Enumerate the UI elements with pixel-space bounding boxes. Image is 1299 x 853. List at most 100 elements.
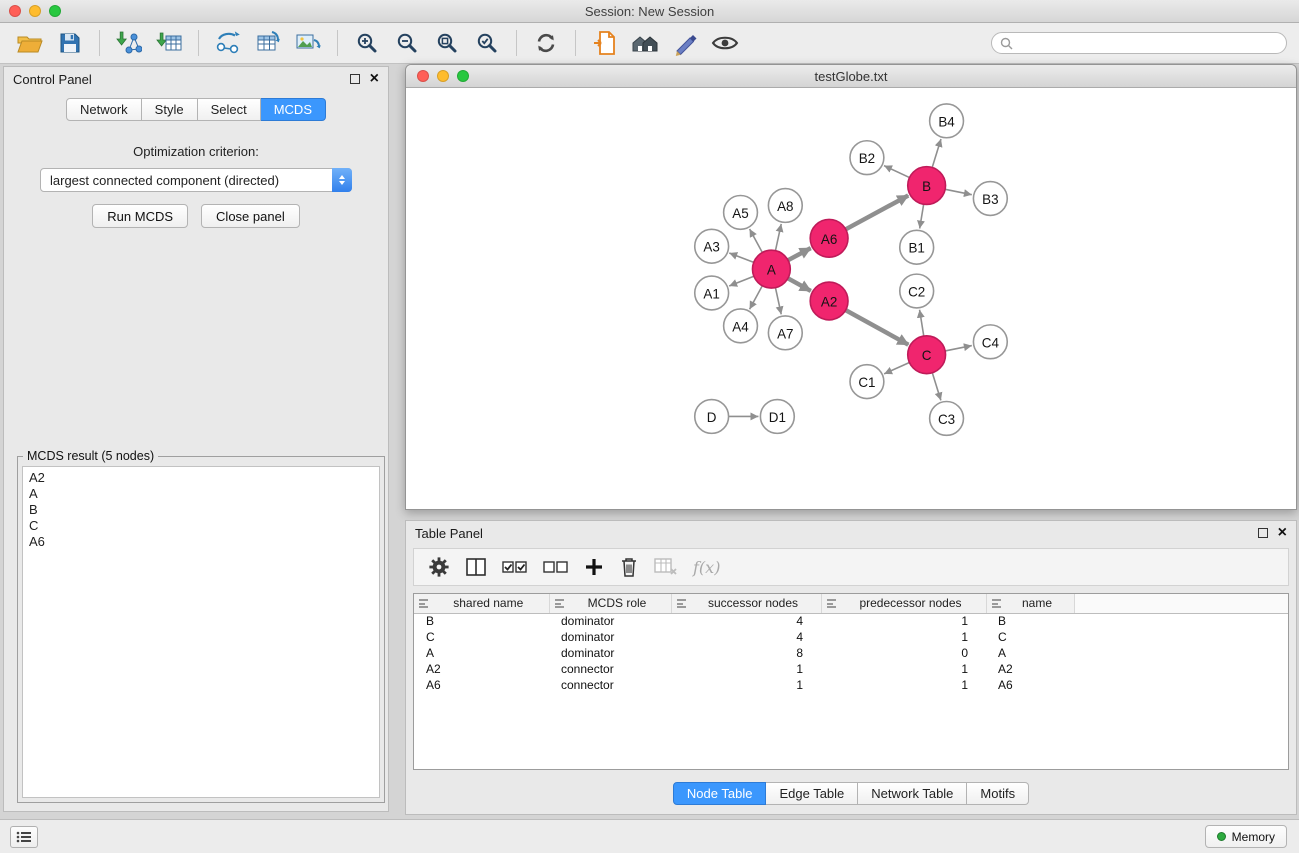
table-row[interactable]: A2connector11A2 bbox=[414, 661, 1288, 677]
table-cell[interactable]: 1 bbox=[821, 661, 986, 677]
tab-mcds[interactable]: MCDS bbox=[261, 98, 326, 121]
graph-edge-A2-C[interactable] bbox=[846, 310, 909, 345]
graph-edge-A-A7[interactable] bbox=[775, 288, 781, 315]
graph-edge-A-A8[interactable] bbox=[775, 224, 781, 251]
mcds-result-list[interactable]: A2ABCA6 bbox=[22, 466, 380, 798]
delete-table-button[interactable] bbox=[654, 557, 678, 577]
table-cell[interactable]: C bbox=[414, 629, 549, 645]
graph-edge-A-A2[interactable] bbox=[788, 278, 811, 291]
table-cell[interactable]: A2 bbox=[414, 661, 549, 677]
deselect-all-button[interactable] bbox=[543, 558, 569, 576]
graph-node-A7[interactable]: A7 bbox=[768, 316, 802, 350]
delete-column-button[interactable] bbox=[619, 556, 639, 578]
import-network-button[interactable] bbox=[111, 27, 147, 59]
tab-edge-table[interactable]: Edge Table bbox=[766, 782, 858, 805]
graph-edge-A-A1[interactable] bbox=[729, 276, 754, 286]
table-cell[interactable]: 8 bbox=[671, 645, 821, 661]
float-panel-icon[interactable] bbox=[350, 74, 360, 84]
graph-edge-B-B4[interactable] bbox=[932, 139, 941, 167]
graph-node-C4[interactable]: C4 bbox=[973, 325, 1007, 359]
apply-layout-button[interactable] bbox=[528, 27, 564, 59]
graph-node-C[interactable]: C bbox=[908, 336, 946, 374]
table-cell[interactable]: A bbox=[414, 645, 549, 661]
graph-node-D1[interactable]: D1 bbox=[760, 400, 794, 434]
zoom-out-button[interactable] bbox=[389, 27, 425, 59]
graph-node-B2[interactable]: B2 bbox=[850, 141, 884, 175]
table-cell[interactable]: dominator bbox=[549, 629, 671, 645]
close-panel-icon[interactable]: × bbox=[370, 71, 379, 87]
export-image-button[interactable] bbox=[290, 27, 326, 59]
graph-node-A3[interactable]: A3 bbox=[695, 229, 729, 263]
table-cell[interactable]: 1 bbox=[821, 629, 986, 645]
document-export-button[interactable] bbox=[587, 27, 623, 59]
graph-node-D[interactable]: D bbox=[695, 400, 729, 434]
table-row[interactable]: Bdominator41B bbox=[414, 613, 1288, 629]
zoom-selected-button[interactable] bbox=[469, 27, 505, 59]
graph-node-B4[interactable]: B4 bbox=[930, 104, 964, 138]
graph-node-A5[interactable]: A5 bbox=[724, 195, 758, 229]
graph-edge-A-A6[interactable] bbox=[788, 248, 811, 260]
search-box[interactable] bbox=[991, 32, 1287, 54]
node-table[interactable]: shared nameMCDS rolesuccessor nodesprede… bbox=[413, 593, 1289, 770]
column-header[interactable]: MCDS role bbox=[549, 594, 671, 613]
graph-node-A[interactable]: A bbox=[752, 250, 790, 288]
zoom-window-button[interactable] bbox=[49, 5, 61, 17]
tab-style[interactable]: Style bbox=[142, 98, 198, 121]
graph-node-B3[interactable]: B3 bbox=[973, 182, 1007, 216]
column-header[interactable]: predecessor nodes bbox=[821, 594, 986, 613]
table-cell[interactable]: A bbox=[986, 645, 1074, 661]
select-all-button[interactable] bbox=[502, 558, 528, 576]
network-zoom-button[interactable] bbox=[457, 70, 469, 82]
table-cell[interactable]: A6 bbox=[986, 677, 1074, 693]
new-table-button[interactable] bbox=[250, 27, 286, 59]
graph-edge-C-C4[interactable] bbox=[945, 346, 972, 351]
criterion-dropdown[interactable]: largest connected component (directed) bbox=[40, 168, 352, 192]
graph-node-A6[interactable]: A6 bbox=[810, 219, 848, 257]
table-cell[interactable]: dominator bbox=[549, 645, 671, 661]
function-builder-button[interactable]: f(x) bbox=[693, 558, 720, 577]
graph-edge-C-C1[interactable] bbox=[884, 362, 909, 373]
import-table-button[interactable] bbox=[151, 27, 187, 59]
graph-node-C3[interactable]: C3 bbox=[930, 402, 964, 436]
tab-network-table[interactable]: Network Table bbox=[858, 782, 967, 805]
graph-edge-B-B3[interactable] bbox=[945, 189, 972, 194]
mcds-result-item[interactable]: A2 bbox=[29, 470, 373, 486]
save-session-button[interactable] bbox=[52, 27, 88, 59]
pen-style-button[interactable] bbox=[667, 27, 703, 59]
network-close-button[interactable] bbox=[417, 70, 429, 82]
float-table-panel-icon[interactable] bbox=[1258, 528, 1268, 538]
show-panel-list-button[interactable] bbox=[10, 826, 38, 848]
graph-edge-A-A5[interactable] bbox=[750, 229, 763, 252]
close-window-button[interactable] bbox=[9, 5, 21, 17]
graph-edge-C-C2[interactable] bbox=[920, 310, 924, 336]
graph-node-C1[interactable]: C1 bbox=[850, 365, 884, 399]
mcds-result-item[interactable]: B bbox=[29, 502, 373, 518]
minimize-window-button[interactable] bbox=[29, 5, 41, 17]
table-cell[interactable]: 1 bbox=[671, 661, 821, 677]
memory-button[interactable]: Memory bbox=[1205, 825, 1287, 848]
close-table-panel-icon[interactable]: × bbox=[1278, 525, 1287, 541]
zoom-in-button[interactable] bbox=[349, 27, 385, 59]
run-mcds-button[interactable]: Run MCDS bbox=[92, 204, 188, 228]
network-minimize-button[interactable] bbox=[437, 70, 449, 82]
table-cell[interactable]: dominator bbox=[549, 613, 671, 629]
tab-select[interactable]: Select bbox=[198, 98, 261, 121]
table-row[interactable]: Adominator80A bbox=[414, 645, 1288, 661]
network-svg[interactable]: AA1A2A3A4A5A6A7A8BB1B2B3B4CC1C2C3C4DD1 bbox=[406, 88, 1296, 509]
show-hide-graphics-button[interactable] bbox=[707, 27, 743, 59]
graph-edge-A-A3[interactable] bbox=[729, 253, 753, 262]
table-cell[interactable]: 1 bbox=[821, 613, 986, 629]
graph-node-A4[interactable]: A4 bbox=[724, 309, 758, 343]
search-input[interactable] bbox=[1018, 35, 1278, 51]
graph-node-A8[interactable]: A8 bbox=[768, 189, 802, 223]
table-cell[interactable]: 4 bbox=[671, 629, 821, 645]
close-panel-button[interactable]: Close panel bbox=[201, 204, 300, 228]
tab-network[interactable]: Network bbox=[66, 98, 142, 121]
table-row[interactable]: A6connector11A6 bbox=[414, 677, 1288, 693]
table-cell[interactable]: A2 bbox=[986, 661, 1074, 677]
graph-node-B[interactable]: B bbox=[908, 167, 946, 205]
table-cell[interactable]: A6 bbox=[414, 677, 549, 693]
column-header[interactable]: successor nodes bbox=[671, 594, 821, 613]
graph-node-C2[interactable]: C2 bbox=[900, 274, 934, 308]
zoom-fit-button[interactable] bbox=[429, 27, 465, 59]
